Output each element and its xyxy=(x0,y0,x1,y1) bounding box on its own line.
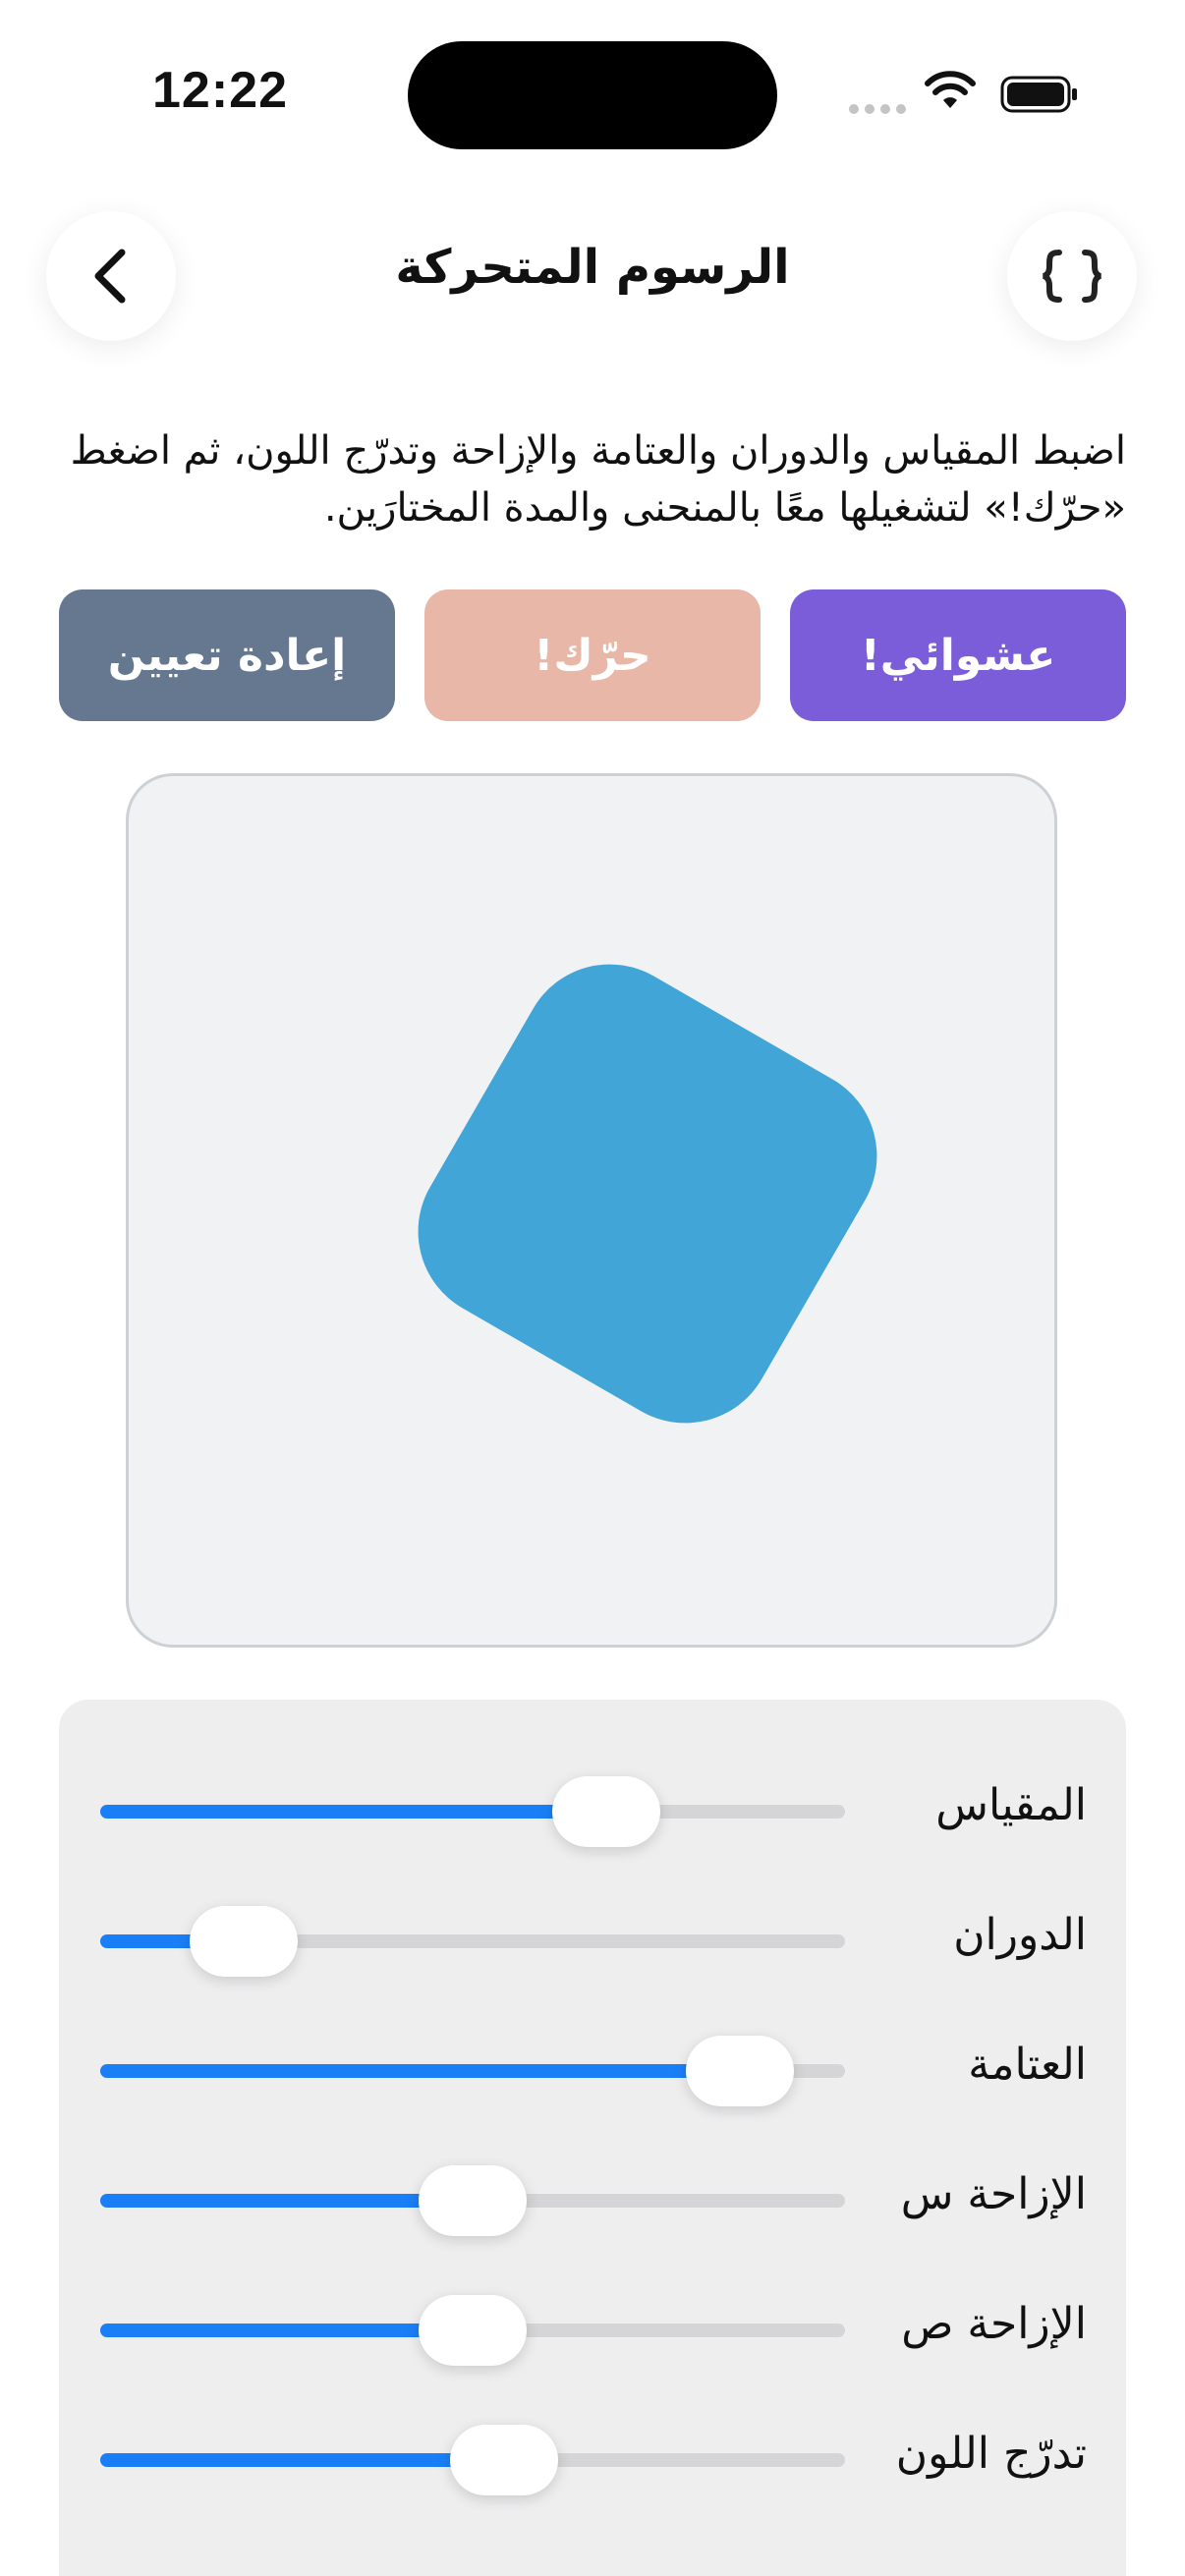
hue-slider[interactable] xyxy=(100,2425,845,2495)
slider-fill xyxy=(100,2064,741,2078)
slider-thumb[interactable] xyxy=(552,1776,661,1847)
slider-thumb[interactable] xyxy=(189,1906,298,1977)
scale-slider[interactable] xyxy=(100,1776,845,1847)
slider-label: المقياس xyxy=(935,1780,1087,1830)
code-button[interactable] xyxy=(1007,211,1137,341)
slider-row-rotation: الدوران xyxy=(59,1890,1126,1988)
slider-row-scale: المقياس xyxy=(59,1761,1126,1859)
animated-square xyxy=(385,931,910,1456)
slider-row-offset-y: الإزاحة ص xyxy=(59,2279,1126,2378)
reset-button[interactable]: إعادة تعيين xyxy=(59,589,395,721)
opacity-slider[interactable] xyxy=(100,2036,845,2106)
random-button[interactable]: عشوائي! xyxy=(790,589,1126,721)
rotation-slider[interactable] xyxy=(100,1906,845,1977)
battery-icon xyxy=(1000,76,1077,113)
description-text: اضبط المقياس والدوران والعتامة والإزاحة … xyxy=(70,428,1126,531)
status-time: 12:22 xyxy=(152,62,288,119)
animate-button[interactable]: حرّك! xyxy=(424,589,761,721)
slider-thumb[interactable] xyxy=(686,2036,795,2106)
slider-label: الإزاحة ص xyxy=(901,2299,1087,2349)
slider-row-offset-x: الإزاحة س xyxy=(59,2150,1126,2248)
slider-fill xyxy=(100,2194,473,2208)
slider-fill xyxy=(100,2453,505,2467)
page-title: الرسوم المتحركة xyxy=(395,240,790,295)
offset-y-slider[interactable] xyxy=(100,2295,845,2366)
chevron-left-icon xyxy=(94,249,126,304)
slider-fill xyxy=(100,2324,473,2337)
status-bar: 12:22 xyxy=(0,0,1185,187)
curly-braces-icon xyxy=(1043,250,1101,303)
slider-label: الدوران xyxy=(953,1910,1087,1960)
animation-preview xyxy=(126,773,1057,1648)
slider-thumb[interactable] xyxy=(419,2165,527,2236)
slider-thumb[interactable] xyxy=(419,2295,527,2366)
offset-x-slider[interactable] xyxy=(100,2165,845,2236)
cellular-signal-icon xyxy=(849,102,908,116)
dynamic-island xyxy=(408,41,777,149)
slider-thumb[interactable] xyxy=(450,2425,559,2495)
slider-row-opacity: العتامة xyxy=(59,2020,1126,2118)
back-button[interactable] xyxy=(46,211,176,341)
controls-panel: المقياس الدوران العتامة الإزاحة س الإزاح… xyxy=(59,1700,1126,2576)
slider-row-hue: تدرّج اللون xyxy=(59,2409,1126,2507)
slider-label: الإزاحة س xyxy=(900,2169,1087,2219)
wifi-icon xyxy=(925,71,976,108)
slider-label: العتامة xyxy=(968,2040,1087,2090)
slider-label: تدرّج اللون xyxy=(895,2429,1087,2479)
slider-fill xyxy=(100,1805,607,1819)
